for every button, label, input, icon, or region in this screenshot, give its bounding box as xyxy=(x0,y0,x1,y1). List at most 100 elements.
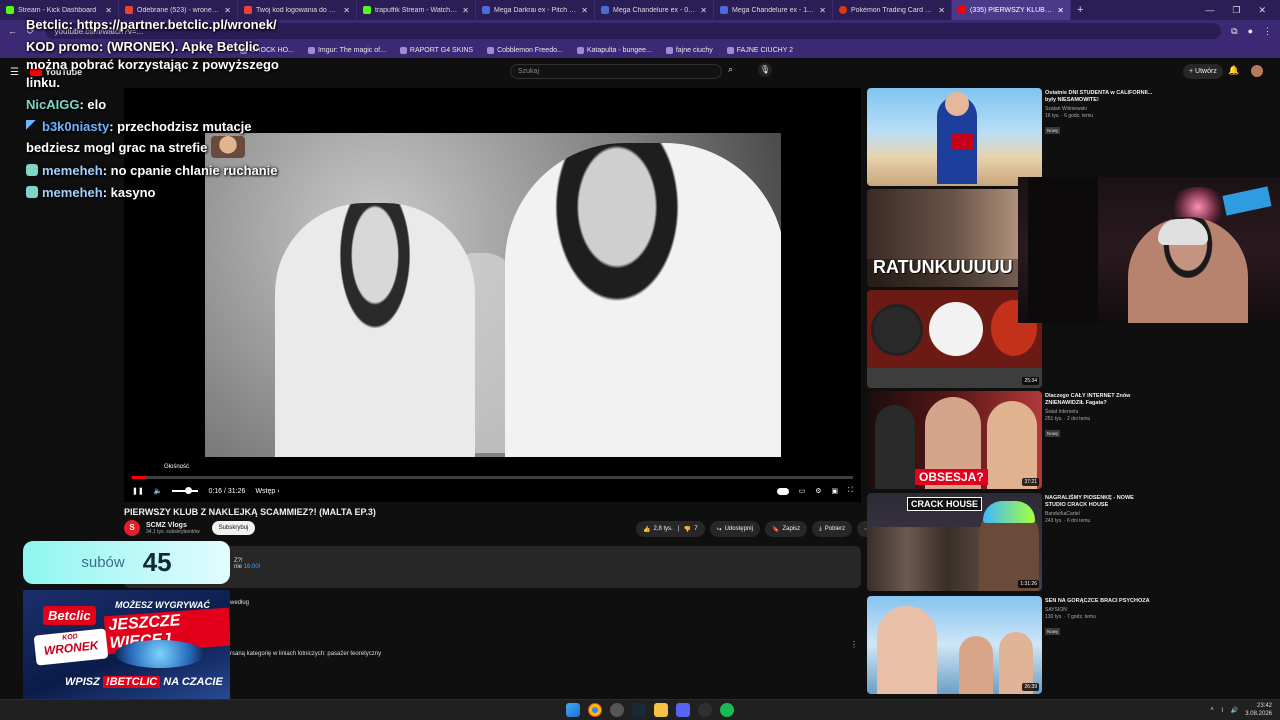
maximize-icon[interactable]: ❐ xyxy=(1232,5,1240,16)
recommendation-item[interactable]: Ostatnie DNI STUDENTA w CALIFORNII... by… xyxy=(867,88,1273,186)
windows-start-icon[interactable] xyxy=(566,703,580,717)
comment-menu-icon[interactable]: ⋮ xyxy=(850,640,858,649)
sword-badge-icon xyxy=(26,120,38,132)
miniplayer-icon[interactable]: ▣ xyxy=(831,487,838,495)
progress-bar[interactable] xyxy=(132,476,853,479)
recommendation-item[interactable]: 26:39 SEN NA GORĄCZCE BRACI PSYCHOZA SAY… xyxy=(867,596,1273,694)
close-tab-icon[interactable]: ✕ xyxy=(1057,6,1064,15)
close-tab-icon[interactable]: ✕ xyxy=(462,6,469,15)
settings-gear-icon[interactable]: ⚙ xyxy=(815,487,821,495)
extensions-icon[interactable]: ⧉ xyxy=(1231,26,1237,37)
window-controls: — ❐ ✕ xyxy=(1205,5,1280,16)
bookmark-icon xyxy=(576,46,584,54)
bookmark[interactable]: fajne ciuchy xyxy=(665,46,713,54)
fullscreen-icon[interactable]: ⛶ xyxy=(848,487,853,495)
close-tab-icon[interactable]: ✕ xyxy=(938,6,945,15)
like-button[interactable]: 👍 2,8 tys. | 👎 7 xyxy=(636,521,705,537)
channel-name[interactable]: SCMZ Vlogs xyxy=(146,522,200,529)
browser-tab-active[interactable]: (335) PIERWSZY KLUB Z NA✕ xyxy=(952,0,1071,20)
chat-username: memeheh xyxy=(42,163,103,178)
back-icon[interactable]: ← xyxy=(8,26,17,36)
bookmark[interactable]: FAJNE CIUCHY 2 xyxy=(726,46,793,54)
gmail-favicon-icon xyxy=(244,6,252,14)
player-controls: ❚❚ 🔈 0:16 / 31:26 Wstęp › ▭ ⚙ ▣ ⛶ xyxy=(132,484,853,498)
browser-tab[interactable]: trapuffik Stream - Watch Live on✕ xyxy=(357,0,476,20)
browser-tab[interactable]: Pokémon Trading Card Game✕ xyxy=(833,0,952,20)
discord-icon[interactable] xyxy=(676,703,690,717)
youtube-favicon-icon xyxy=(958,6,966,14)
close-tab-icon[interactable]: ✕ xyxy=(819,6,826,15)
video-thumbnail[interactable]: 26:39 xyxy=(867,596,1042,694)
search-icon[interactable]: ⌕ xyxy=(728,64,733,75)
menu-icon[interactable]: ⋮ xyxy=(1263,26,1272,37)
description-box[interactable]: Z?! nie 16:00! xyxy=(124,546,861,588)
close-window-icon[interactable]: ✕ xyxy=(1258,5,1266,16)
new-tab-icon[interactable]: + xyxy=(1077,4,1083,16)
bookmark[interactable]: RAPORT G4 SKINS xyxy=(399,46,473,54)
chapter-button[interactable]: Wstęp › xyxy=(255,488,279,495)
search-input[interactable]: Szukaj xyxy=(510,64,722,79)
thumbs-up-icon: 👍 xyxy=(643,526,651,533)
hamburger-menu-icon[interactable]: ☰ xyxy=(10,67,20,78)
speaker-icon[interactable]: 🔊 xyxy=(1231,707,1238,714)
video-person-left xyxy=(275,203,475,457)
download-button[interactable]: ⤓ Pobierz xyxy=(812,521,853,537)
create-button[interactable]: + Utwórz xyxy=(1183,64,1223,79)
chat-message: memeheh: no cpanie chlanie ruchanie xyxy=(26,162,296,180)
chevron-up-icon[interactable]: ˄ xyxy=(1210,707,1214,713)
recommendation-item[interactable]: OBSESJA? 37:21 Dlaczego CAŁY INTERNET Zn… xyxy=(867,391,1273,489)
clock[interactable]: 23:42 3.08.2026 xyxy=(1245,702,1272,718)
close-tab-icon[interactable]: ✕ xyxy=(581,6,588,15)
video-actions: 👍 2,8 tys. | 👎 7 ↪ Udostępnij 🔖 Zapisz ⤓ Pobi… xyxy=(636,521,878,537)
recommendation-item[interactable]: CRACK HOUSE 1:31:26 NAGRALIŚMY PIOSENKĘ … xyxy=(867,493,1273,591)
notifications-bell-icon[interactable]: 🔔 xyxy=(1228,65,1239,76)
autoplay-toggle[interactable] xyxy=(776,487,789,495)
file-explorer-icon[interactable] xyxy=(654,703,668,717)
pause-icon[interactable]: ❚❚ xyxy=(132,487,144,495)
network-icon[interactable]: ⌇ xyxy=(1221,707,1224,714)
sub-counter: subów 45 xyxy=(23,541,230,584)
minimize-icon[interactable]: — xyxy=(1205,5,1214,16)
close-tab-icon[interactable]: ✕ xyxy=(700,6,707,15)
close-tab-icon[interactable]: ✕ xyxy=(343,6,350,15)
steam-icon[interactable] xyxy=(632,703,646,717)
volume-knob[interactable] xyxy=(185,487,193,494)
betclic-logo: Betclic xyxy=(43,606,96,625)
share-button[interactable]: ↪ Udostępnij xyxy=(709,521,760,537)
timestamp-link[interactable]: 16:00! xyxy=(244,564,261,570)
kick-favicon-icon xyxy=(363,6,371,14)
chrome-icon[interactable] xyxy=(588,703,602,717)
bookmark-icon xyxy=(399,46,407,54)
subtitles-icon[interactable]: ▭ xyxy=(799,487,806,495)
new-badge: Nowy xyxy=(1045,430,1061,437)
close-tab-icon[interactable]: ✕ xyxy=(224,6,231,15)
account-avatar[interactable] xyxy=(1251,65,1263,77)
browser-tab[interactable]: Mega Chandelure ex - 115/084✕ xyxy=(714,0,833,20)
video-thumbnail[interactable]: OBSESJA? 37:21 xyxy=(867,391,1042,489)
profile-icon[interactable]: ● xyxy=(1248,26,1253,36)
channel-avatar[interactable]: S xyxy=(124,520,140,536)
chat-emote xyxy=(211,136,246,158)
close-tab-icon[interactable]: ✕ xyxy=(105,6,112,15)
subscribe-button[interactable]: Subskrybuj xyxy=(211,521,256,535)
obs-icon[interactable] xyxy=(698,703,712,717)
video-thumbnail[interactable] xyxy=(867,88,1042,186)
bookmark[interactable]: Cobblemon Freedo... xyxy=(487,46,563,54)
download-icon: ⤓ xyxy=(819,525,822,532)
microphone-icon[interactable]: 🎙 xyxy=(758,63,772,77)
video-thumbnail[interactable]: CRACK HOUSE 1:31:26 xyxy=(867,493,1042,591)
video-thumbnail[interactable]: 25:34 xyxy=(867,290,1042,388)
video-thumbnail[interactable]: RATUNKUUUUU xyxy=(867,189,1042,287)
browser-tab[interactable]: Mega Darkrai ex - Pitch Black (✕ xyxy=(476,0,595,20)
browser-tab[interactable]: Mega Chandelure ex - 099/084✕ xyxy=(595,0,714,20)
volume-slider[interactable] xyxy=(172,487,199,494)
save-button[interactable]: 🔖 Zapisz xyxy=(764,521,808,537)
bookmark[interactable]: Katapulta - bungee... xyxy=(576,46,652,54)
spotify-icon[interactable] xyxy=(720,703,734,717)
ad-illustration xyxy=(115,640,205,668)
comments-sort[interactable]: według xyxy=(230,600,249,606)
app-icon[interactable] xyxy=(610,703,624,717)
bookmark[interactable]: Imgur: The magic of... xyxy=(307,46,386,54)
crown-badge-icon xyxy=(26,164,38,176)
volume-icon[interactable]: 🔈 xyxy=(154,487,163,495)
